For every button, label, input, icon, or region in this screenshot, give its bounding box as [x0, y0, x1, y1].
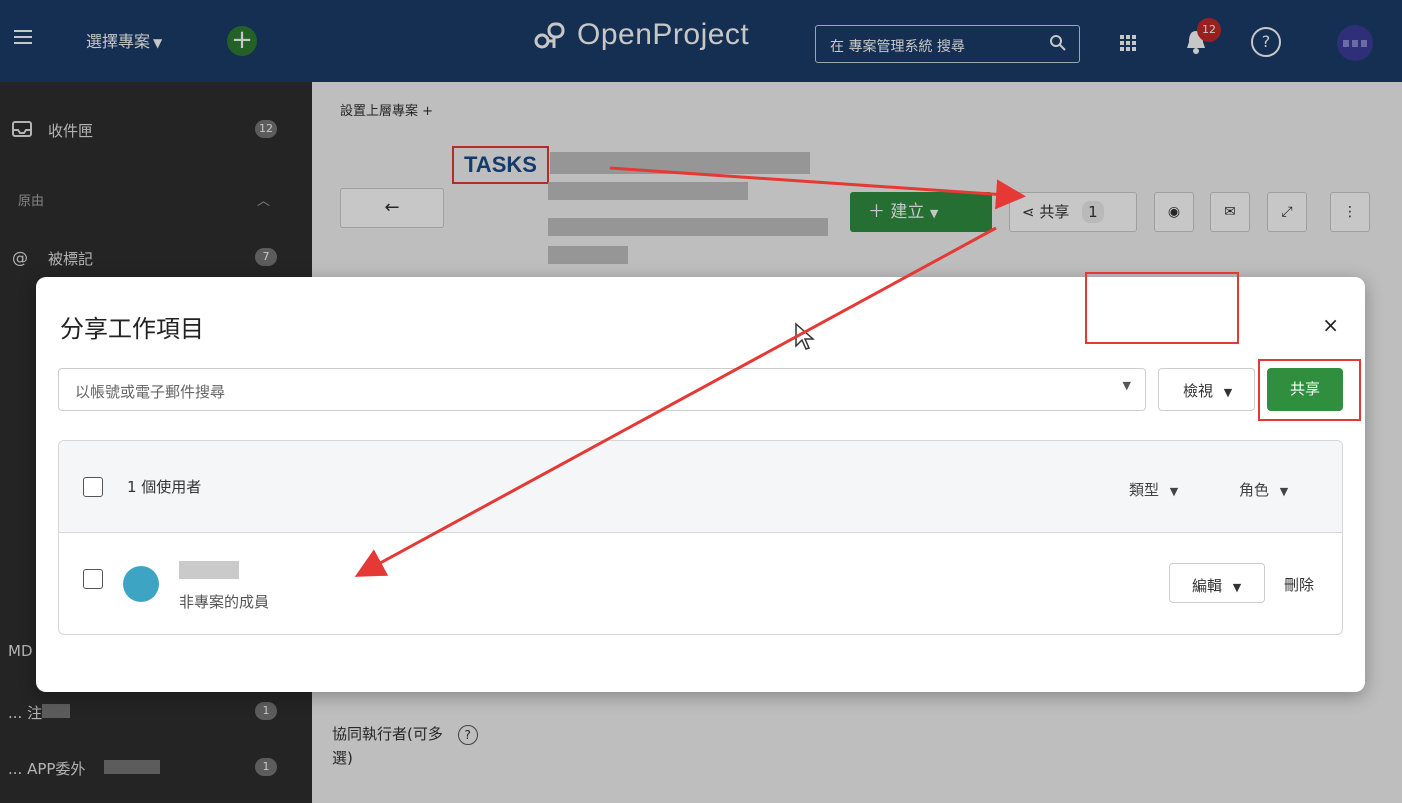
annotation-arrow: [609, 166, 1026, 210]
annotation-arrow: [354, 226, 997, 577]
annotation-arrows: [354, 166, 1026, 577]
